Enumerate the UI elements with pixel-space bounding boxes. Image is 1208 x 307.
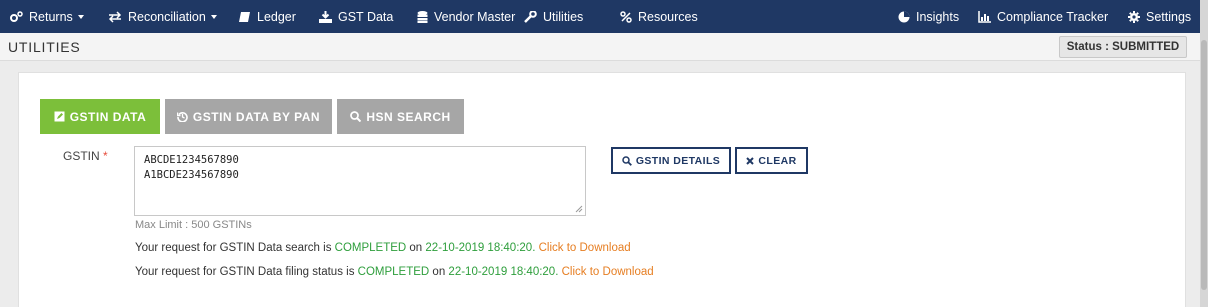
top-nav: Returns Reconciliation Ledger GST Data V…: [0, 0, 1200, 33]
nav-gst-data[interactable]: GST Data: [319, 0, 393, 33]
utilities-card: GSTIN DATA GSTIN DATA BY PAN HSN SEARCH …: [18, 72, 1186, 307]
message-status: COMPLETED: [334, 242, 407, 254]
button-label: GSTIN DETAILS: [635, 154, 721, 167]
percent-icon: [620, 10, 632, 23]
pie-chart-icon: [898, 11, 910, 22]
download-icon: [319, 10, 332, 23]
tab-gstin-data[interactable]: GSTIN DATA: [40, 99, 160, 134]
close-icon: [746, 156, 755, 165]
nav-label: Vendor Master: [434, 9, 516, 24]
nav-insights[interactable]: Insights: [898, 0, 959, 33]
scrollbar-thumb[interactable]: [1201, 40, 1207, 290]
message-status: COMPLETED: [357, 266, 430, 278]
tab-label: HSN SEARCH: [366, 109, 451, 124]
nav-label: Compliance Tracker: [997, 9, 1109, 24]
tab-gstin-data-by-pan[interactable]: GSTIN DATA BY PAN: [165, 99, 332, 134]
status-message-filing: Your request for GSTIN Data filing statu…: [135, 266, 654, 278]
gstin-textarea[interactable]: ABCDE1234567890 A1BCDE234567890: [134, 146, 586, 216]
message-text: on: [429, 266, 449, 278]
wrench-icon: [524, 10, 537, 23]
exchange-icon: [108, 10, 122, 23]
chevron-down-icon: [210, 14, 217, 19]
download-link-search[interactable]: Click to Download: [535, 242, 631, 254]
page-header: UTILITIES Status : SUBMITTED: [0, 33, 1200, 61]
message-timestamp: 22-10-2019 18:40:20: [448, 266, 556, 278]
nav-label: Reconciliation: [128, 9, 206, 24]
book-icon: [239, 11, 250, 22]
nav-label: GST Data: [338, 9, 394, 24]
clear-button[interactable]: CLEAR: [735, 147, 808, 174]
history-icon: [176, 112, 188, 122]
resize-grip-icon[interactable]: [575, 205, 583, 213]
status-message-search: Your request for GSTIN Data search is CO…: [135, 242, 631, 254]
tab-label: GSTIN DATA: [69, 109, 147, 124]
nav-ledger[interactable]: Ledger: [238, 0, 296, 33]
button-label: CLEAR: [758, 154, 797, 167]
required-marker: *: [103, 149, 108, 163]
chevron-down-icon: [77, 14, 84, 19]
nav-returns[interactable]: Returns: [9, 0, 84, 33]
vertical-scrollbar[interactable]: [1200, 0, 1208, 307]
message-text: on: [406, 242, 426, 254]
database-icon: [417, 10, 428, 23]
max-limit-hint: Max Limit : 500 GSTINs: [135, 219, 252, 231]
nav-label: Insights: [916, 9, 960, 24]
gstin-label-text: GSTIN: [63, 149, 100, 163]
search-icon: [622, 155, 632, 166]
nav-reconciliation[interactable]: Reconciliation: [108, 0, 217, 33]
search-icon: [350, 111, 362, 122]
nav-label: Settings: [1146, 9, 1192, 24]
nav-label: Ledger: [257, 9, 296, 24]
message-text: Your request for GSTIN Data search is: [135, 242, 335, 254]
edit-icon: [54, 111, 65, 122]
gstin-line: A1BCDE234567890: [144, 169, 239, 181]
gstin-label: GSTIN *: [63, 149, 108, 163]
nav-label: Returns: [29, 9, 73, 24]
download-link-filing[interactable]: Click to Download: [558, 266, 654, 278]
nav-label: Utilities: [543, 9, 584, 24]
bar-chart-icon: [978, 10, 991, 23]
nav-compliance-tracker[interactable]: Compliance Tracker: [978, 0, 1108, 33]
tab-hsn-search[interactable]: HSN SEARCH: [337, 99, 464, 134]
nav-utilities[interactable]: Utilities: [524, 0, 583, 33]
nav-settings[interactable]: Settings: [1128, 0, 1191, 33]
status-badge: Status : SUBMITTED: [1059, 36, 1187, 58]
tab-label: GSTIN DATA BY PAN: [192, 109, 321, 124]
nav-resources[interactable]: Resources: [620, 0, 698, 33]
nav-vendor-master[interactable]: Vendor Master: [417, 0, 515, 33]
page-title: UTILITIES: [8, 39, 81, 55]
gstin-line: ABCDE1234567890: [144, 154, 239, 166]
message-timestamp: 22-10-2019 18:40:20: [425, 242, 533, 254]
gstin-details-button[interactable]: GSTIN DETAILS: [611, 147, 731, 174]
message-text: Your request for GSTIN Data filing statu…: [135, 266, 358, 278]
cogs-icon: [10, 10, 23, 22]
nav-label: Resources: [638, 9, 698, 24]
gear-icon: [1128, 10, 1140, 23]
